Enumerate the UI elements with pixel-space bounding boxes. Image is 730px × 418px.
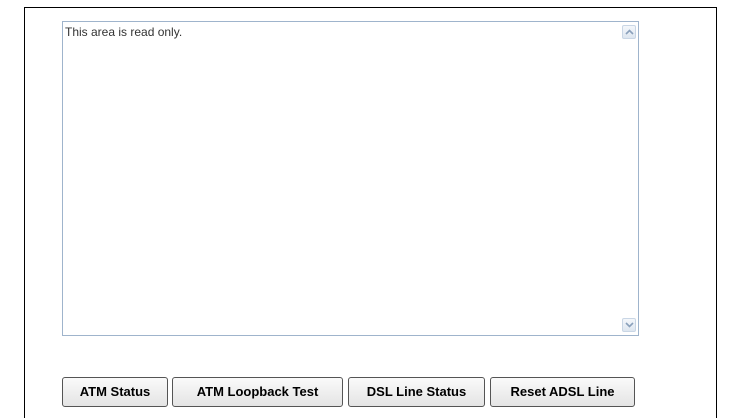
diagnostic-log-textarea[interactable]: This area is read only. (62, 21, 639, 336)
scroll-down-button[interactable] (622, 318, 636, 332)
chevron-down-icon (624, 322, 634, 328)
dsl-line-status-button[interactable]: DSL Line Status (348, 377, 485, 407)
chevron-up-icon (624, 29, 634, 35)
figure-caption (0, 0, 730, 7)
atm-status-button[interactable]: ATM Status (62, 377, 168, 407)
vertical-scrollbar[interactable] (621, 22, 638, 335)
reset-adsl-line-button[interactable]: Reset ADSL Line (490, 377, 635, 407)
atm-loopback-test-button[interactable]: ATM Loopback Test (172, 377, 343, 407)
scroll-up-button[interactable] (622, 25, 636, 39)
log-text: This area is read only. (65, 25, 183, 39)
